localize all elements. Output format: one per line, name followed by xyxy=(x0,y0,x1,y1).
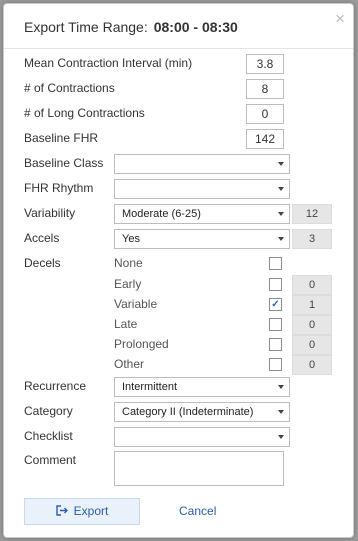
row-contractions: # of Contractions 8 xyxy=(4,79,353,99)
decel-option-label: None xyxy=(114,256,143,270)
export-label: Export xyxy=(73,504,109,518)
mean-contraction-interval-input[interactable]: 3.8 xyxy=(246,54,284,74)
decel-late-checkbox[interactable] xyxy=(269,318,282,331)
decel-variable-count: 1 xyxy=(292,295,332,315)
export-dialog: Export Time Range: 08:00 - 08:30 × Mean C… xyxy=(3,3,354,538)
comment-label: Comment xyxy=(24,453,77,467)
baseline-class-select[interactable] xyxy=(114,154,290,174)
variability-count: 12 xyxy=(292,204,332,224)
decel-late-count: 0 xyxy=(292,315,332,335)
checklist-select[interactable] xyxy=(114,427,290,447)
row-decels-none: Decels None xyxy=(4,254,353,274)
recurrence-value: Intermittent xyxy=(122,381,178,393)
row-category: Category Category II (Indeterminate) xyxy=(4,402,353,422)
decel-early-count: 0 xyxy=(292,275,332,295)
decel-early-checkbox[interactable] xyxy=(269,278,282,291)
variability-select[interactable]: Moderate (6-25) xyxy=(114,204,290,224)
row-accels: Accels Yes 3 xyxy=(4,229,353,249)
contractions-input[interactable]: 8 xyxy=(246,79,284,99)
row-decels-early: Early 0 xyxy=(4,275,353,295)
row-decels-prolonged: Prolonged 0 xyxy=(4,335,353,355)
header-divider xyxy=(4,48,353,49)
long-contractions-label: # of Long Contractions xyxy=(24,106,145,120)
decel-option-label: Prolonged xyxy=(114,337,169,351)
export-button[interactable]: Export xyxy=(24,498,140,525)
row-variability: Variability Moderate (6-25) 12 xyxy=(4,204,353,224)
accels-value: Yes xyxy=(122,233,140,245)
contractions-label: # of Contractions xyxy=(24,81,115,95)
row-baseline-fhr: Baseline FHR 142 xyxy=(4,129,353,149)
chevron-down-icon xyxy=(278,410,284,414)
baseline-class-label: Baseline Class xyxy=(24,156,104,170)
row-baseline-class: Baseline Class xyxy=(4,154,353,174)
decel-option-label: Early xyxy=(114,277,142,291)
dialog-title: Export Time Range: 08:00 - 08:30 xyxy=(24,19,238,35)
comment-textarea[interactable] xyxy=(114,451,284,486)
mean-contraction-interval-label: Mean Contraction Interval (min) xyxy=(24,56,193,70)
row-checklist: Checklist xyxy=(4,427,353,447)
accels-select[interactable]: Yes xyxy=(114,229,290,249)
long-contractions-input[interactable]: 0 xyxy=(246,104,284,124)
row-decels-variable: Variable ✓ 1 xyxy=(4,295,353,315)
row-fhr-rhythm: FHR Rhythm xyxy=(4,179,353,199)
category-label: Category xyxy=(24,404,73,418)
title-prefix: Export Time Range: xyxy=(24,19,148,35)
export-icon xyxy=(55,499,68,524)
decel-none-checkbox[interactable] xyxy=(269,257,282,270)
time-range: 08:00 - 08:30 xyxy=(153,19,238,35)
fhr-rhythm-select[interactable] xyxy=(114,179,290,199)
decel-option-label: Variable xyxy=(114,297,158,311)
decel-other-checkbox[interactable] xyxy=(269,358,282,371)
decel-prolonged-checkbox[interactable] xyxy=(269,338,282,351)
accels-count: 3 xyxy=(292,229,332,249)
row-long-contractions: # of Long Contractions 0 xyxy=(4,104,353,124)
fhr-rhythm-label: FHR Rhythm xyxy=(24,181,94,195)
row-decels-other: Other 0 xyxy=(4,355,353,375)
decel-option-label: Other xyxy=(114,357,145,371)
row-decels-late: Late 0 xyxy=(4,315,353,335)
variability-label: Variability xyxy=(24,206,76,220)
chevron-down-icon xyxy=(278,385,284,389)
row-recurrence: Recurrence Intermittent xyxy=(4,377,353,397)
cancel-link[interactable]: Cancel xyxy=(179,504,216,518)
chevron-down-icon xyxy=(278,212,284,216)
close-icon[interactable]: × xyxy=(335,10,345,27)
accels-label: Accels xyxy=(24,231,60,245)
recurrence-label: Recurrence xyxy=(24,379,87,393)
decels-label: Decels xyxy=(24,256,61,270)
decel-prolonged-count: 0 xyxy=(292,335,332,355)
decel-other-count: 0 xyxy=(292,355,332,375)
decel-variable-checkbox[interactable]: ✓ xyxy=(269,298,282,311)
row-comment: Comment xyxy=(4,451,353,487)
recurrence-select[interactable]: Intermittent xyxy=(114,377,290,397)
row-mean-contraction-interval: Mean Contraction Interval (min) 3.8 xyxy=(4,54,353,74)
chevron-down-icon xyxy=(278,237,284,241)
variability-value: Moderate (6-25) xyxy=(122,208,201,220)
baseline-fhr-label: Baseline FHR xyxy=(24,131,99,145)
chevron-down-icon xyxy=(278,187,284,191)
chevron-down-icon xyxy=(278,435,284,439)
baseline-fhr-input[interactable]: 142 xyxy=(246,129,284,149)
checklist-label: Checklist xyxy=(24,429,73,443)
decel-option-label: Late xyxy=(114,317,138,331)
category-value: Category II (Indeterminate) xyxy=(122,406,254,418)
chevron-down-icon xyxy=(278,162,284,166)
category-select[interactable]: Category II (Indeterminate) xyxy=(114,402,290,422)
